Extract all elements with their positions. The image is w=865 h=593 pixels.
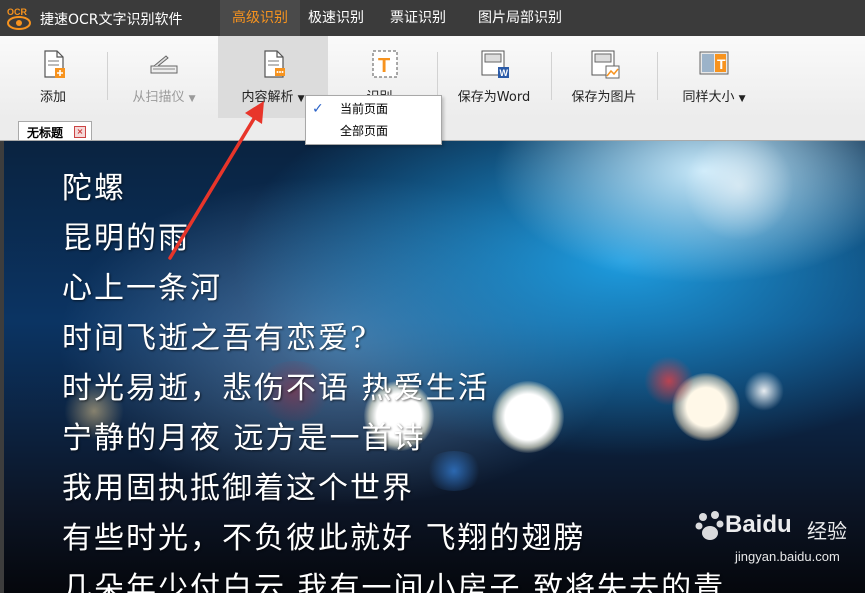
content-parse-label: 内容解析 [241,90,294,105]
dropdown-item-all-pages[interactable]: 全部页面 [306,120,441,142]
scanner-button[interactable]: 从扫描仪 ▼ [118,36,210,118]
document-tab[interactable]: 无标题 × [18,121,92,140]
image-text-line: 时光易逝，悲伤不语 热爱生活 [62,371,490,406]
paw-icon [695,511,724,540]
add-button[interactable]: 添加 [14,36,92,118]
same-size-button[interactable]: T 同样大小 ▼ [668,36,760,118]
save-image-icon [591,50,620,79]
same-size-label: 同样大小 [682,90,735,105]
bokeh-light [744,371,784,411]
baidu-jingyan-watermark: Baidu 经验 jingyan.baidu.com [695,505,855,573]
save-word-icon: W [481,50,509,78]
svg-text:T: T [378,55,390,77]
chevron-down-icon: ▼ [738,94,746,104]
save-image-button[interactable]: 保存为图片 [560,36,648,118]
image-text-line: 宁静的月夜 远方是一首诗 [62,421,426,456]
image-text-line: 昆明的雨 [62,221,190,256]
image-text-line: 有些时光，不负彼此就好 飞翔的翅膀 [62,521,586,556]
image-text-line: 几朵年少付白云 我有一间小房子 致将失去的青 [62,571,726,593]
chevron-down-icon: ▼ [188,94,196,104]
tab-image-region-recognition[interactable]: 图片局部识别 [478,0,578,36]
tab-advanced-recognition[interactable]: 高级识别 [220,0,300,36]
save-word-label: 保存为Word [457,90,531,105]
image-text-line: 心上一条河 [62,271,222,306]
bokeh-light [492,381,564,453]
document-image-canvas[interactable]: 陀螺 昆明的雨 心上一条河 时间飞逝之吾有恋爱? 时光易逝，悲伤不语 热爱生活 … [4,141,865,593]
close-icon[interactable]: × [74,126,86,138]
content-parse-dropdown: ✓ 当前页面 全部页面 [305,95,442,145]
app-title: 捷速OCR文字识别软件 [40,12,183,28]
save-image-label: 保存为图片 [571,90,637,105]
tab-fast-recognition[interactable]: 极速识别 [308,0,376,36]
svg-text:OCR: OCR [7,7,28,17]
toolbar-divider [437,52,438,100]
menu-bar: OCR 捷速OCR文字识别软件 高级识别 极速识别 票证识别 图片局部识别 [0,0,865,36]
chevron-down-icon: ▼ [297,94,305,104]
toolbar-divider [657,52,658,100]
add-label: 添加 [39,90,66,105]
svg-text:W: W [500,68,509,78]
save-word-button[interactable]: W 保存为Word [448,36,540,118]
text-recognize-icon: T [372,50,398,78]
bokeh-light [684,141,794,241]
scanner-label: 从扫描仪 [132,90,185,105]
image-text-line: 时间飞逝之吾有恋爱? [62,321,369,356]
watermark-url: jingyan.baidu.com [735,549,840,564]
same-size-icon: T [699,51,729,75]
ocr-logo-icon: OCR [7,7,31,30]
toolbar-divider [551,52,552,100]
scanner-icon [150,55,178,74]
svg-text:T: T [717,56,726,72]
dropdown-item-label: 当前页面 [340,102,389,116]
document-tab-label: 无标题 [27,126,64,140]
image-text-line: 陀螺 [62,171,126,206]
image-text-line: 我用固执抵御着这个世界 [62,471,414,506]
dropdown-item-label: 全部页面 [340,124,389,138]
dropdown-item-current-page[interactable]: ✓ 当前页面 [306,98,441,120]
checkmark-icon: ✓ [312,101,324,117]
add-file-icon [44,50,65,78]
document-parse-icon [264,50,285,78]
bokeh-light [644,356,694,406]
watermark-brand-cn: 经验 [807,519,847,543]
toolbar-divider [107,52,108,100]
bokeh-light [424,451,484,491]
tab-ticket-recognition[interactable]: 票证识别 [390,0,458,36]
watermark-brand: Baidu [725,511,792,538]
